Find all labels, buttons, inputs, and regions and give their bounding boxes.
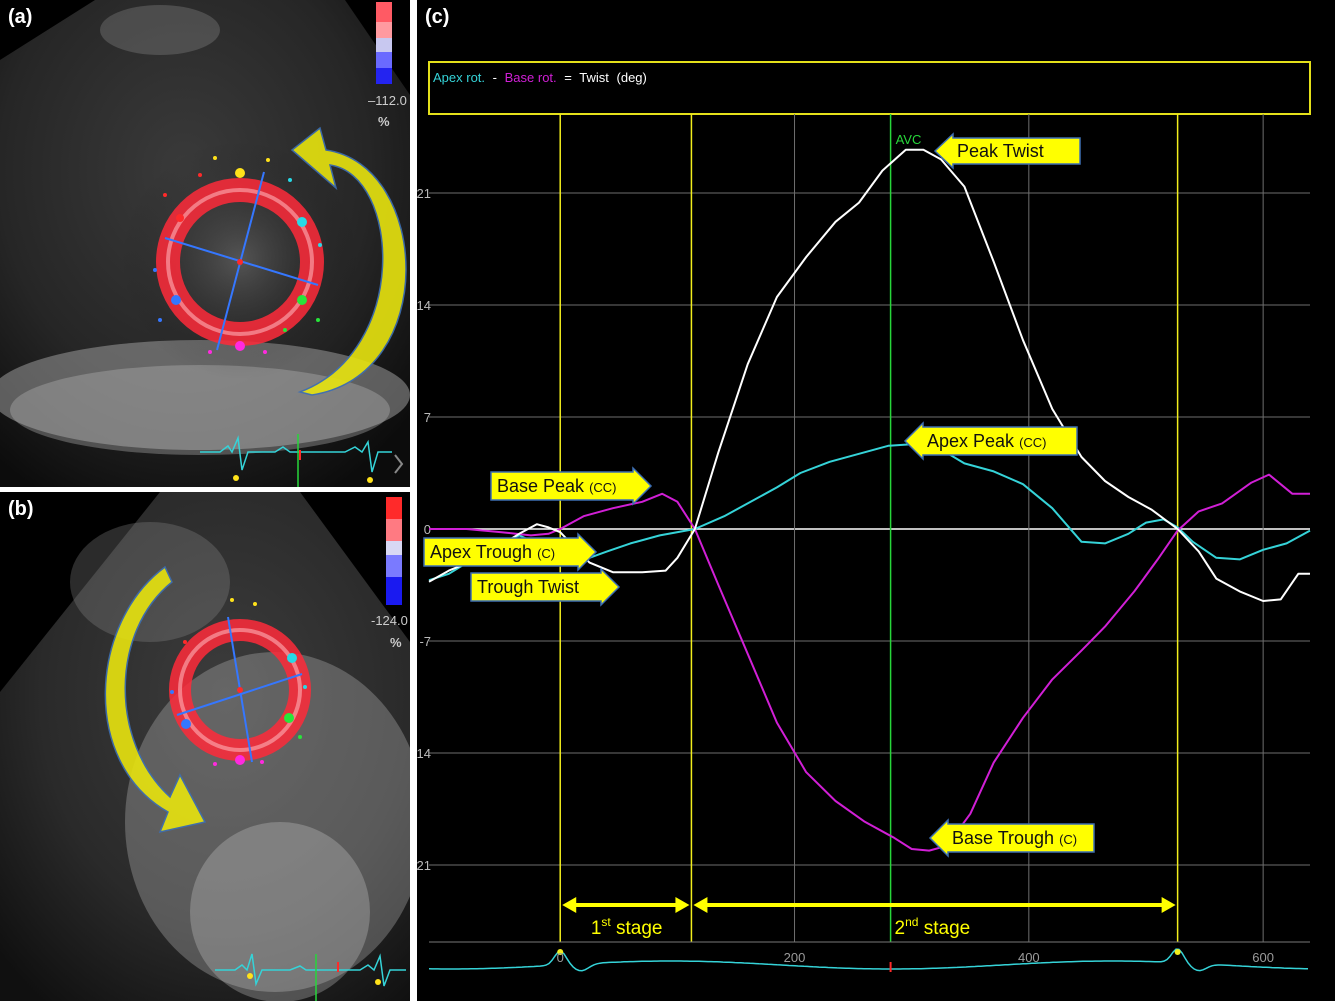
panel-label-c: (c): [425, 6, 450, 28]
stage-label: 2nd stage: [895, 915, 971, 939]
callout: Base Peak (CC): [490, 466, 653, 506]
legend: Apex rot. - Base rot. = Twist (deg): [433, 70, 647, 85]
callout: Base Trough (C): [928, 818, 1095, 858]
y-tick-label: 7: [424, 410, 431, 425]
y-tick-label: -7: [419, 634, 431, 649]
callout-label: Apex Trough (C): [430, 542, 555, 562]
panel-label-a: (a): [8, 6, 33, 28]
ecg-marker: [1174, 949, 1181, 955]
legend-twist: Twist: [579, 70, 609, 85]
callout-label: Peak Twist: [957, 141, 1044, 161]
legend-op1: -: [493, 70, 497, 85]
callout: Apex Peak (CC): [903, 421, 1078, 461]
scale-unit-b: %: [390, 635, 402, 650]
callout-label: Base Trough (C): [952, 828, 1077, 848]
callout: Peak Twist: [933, 132, 1081, 170]
stage-arrow: [693, 897, 1176, 913]
panel-b: (b) -124.0 %: [0, 492, 410, 1001]
legend-op2: =: [564, 70, 572, 85]
y-tick-label: 21: [417, 186, 431, 201]
scale-value-a: –112.0: [368, 93, 407, 108]
callout: Trough Twist: [470, 567, 621, 607]
y-tick-label: 21: [417, 858, 431, 873]
callout-label: Trough Twist: [477, 577, 579, 597]
legend-base: Base rot.: [505, 70, 557, 85]
panel-c: (c) Apex rot. - Base rot. = Twist (deg) …: [417, 0, 1335, 1001]
stage-arrow: [562, 897, 690, 913]
echo-image-b: [0, 492, 410, 1001]
legend-apex: Apex rot.: [433, 70, 485, 85]
panel-a: (a) –112.0 %: [0, 0, 410, 487]
legend-unit: (deg): [617, 70, 647, 85]
x-tick-label: 0: [557, 950, 564, 965]
x-tick-label: 200: [784, 950, 806, 965]
y-tick-label: 14: [417, 746, 431, 761]
callout: Apex Trough (C): [423, 532, 598, 572]
y-tick-label: 14: [417, 298, 431, 313]
twist-chart: Apex rot. - Base rot. = Twist (deg) 21 14…: [417, 61, 1311, 972]
scale-unit-a: %: [378, 114, 390, 129]
x-tick-label: 400: [1018, 950, 1040, 965]
stage-label: 1st stage: [591, 915, 663, 939]
scale-value-b: -124.0: [371, 613, 408, 628]
avc-label: AVC: [896, 132, 922, 147]
legend-box: [428, 61, 1311, 115]
panel-label-b: (b): [8, 498, 34, 520]
x-tick-label: 600: [1252, 950, 1274, 965]
echo-image-a: [0, 0, 410, 487]
